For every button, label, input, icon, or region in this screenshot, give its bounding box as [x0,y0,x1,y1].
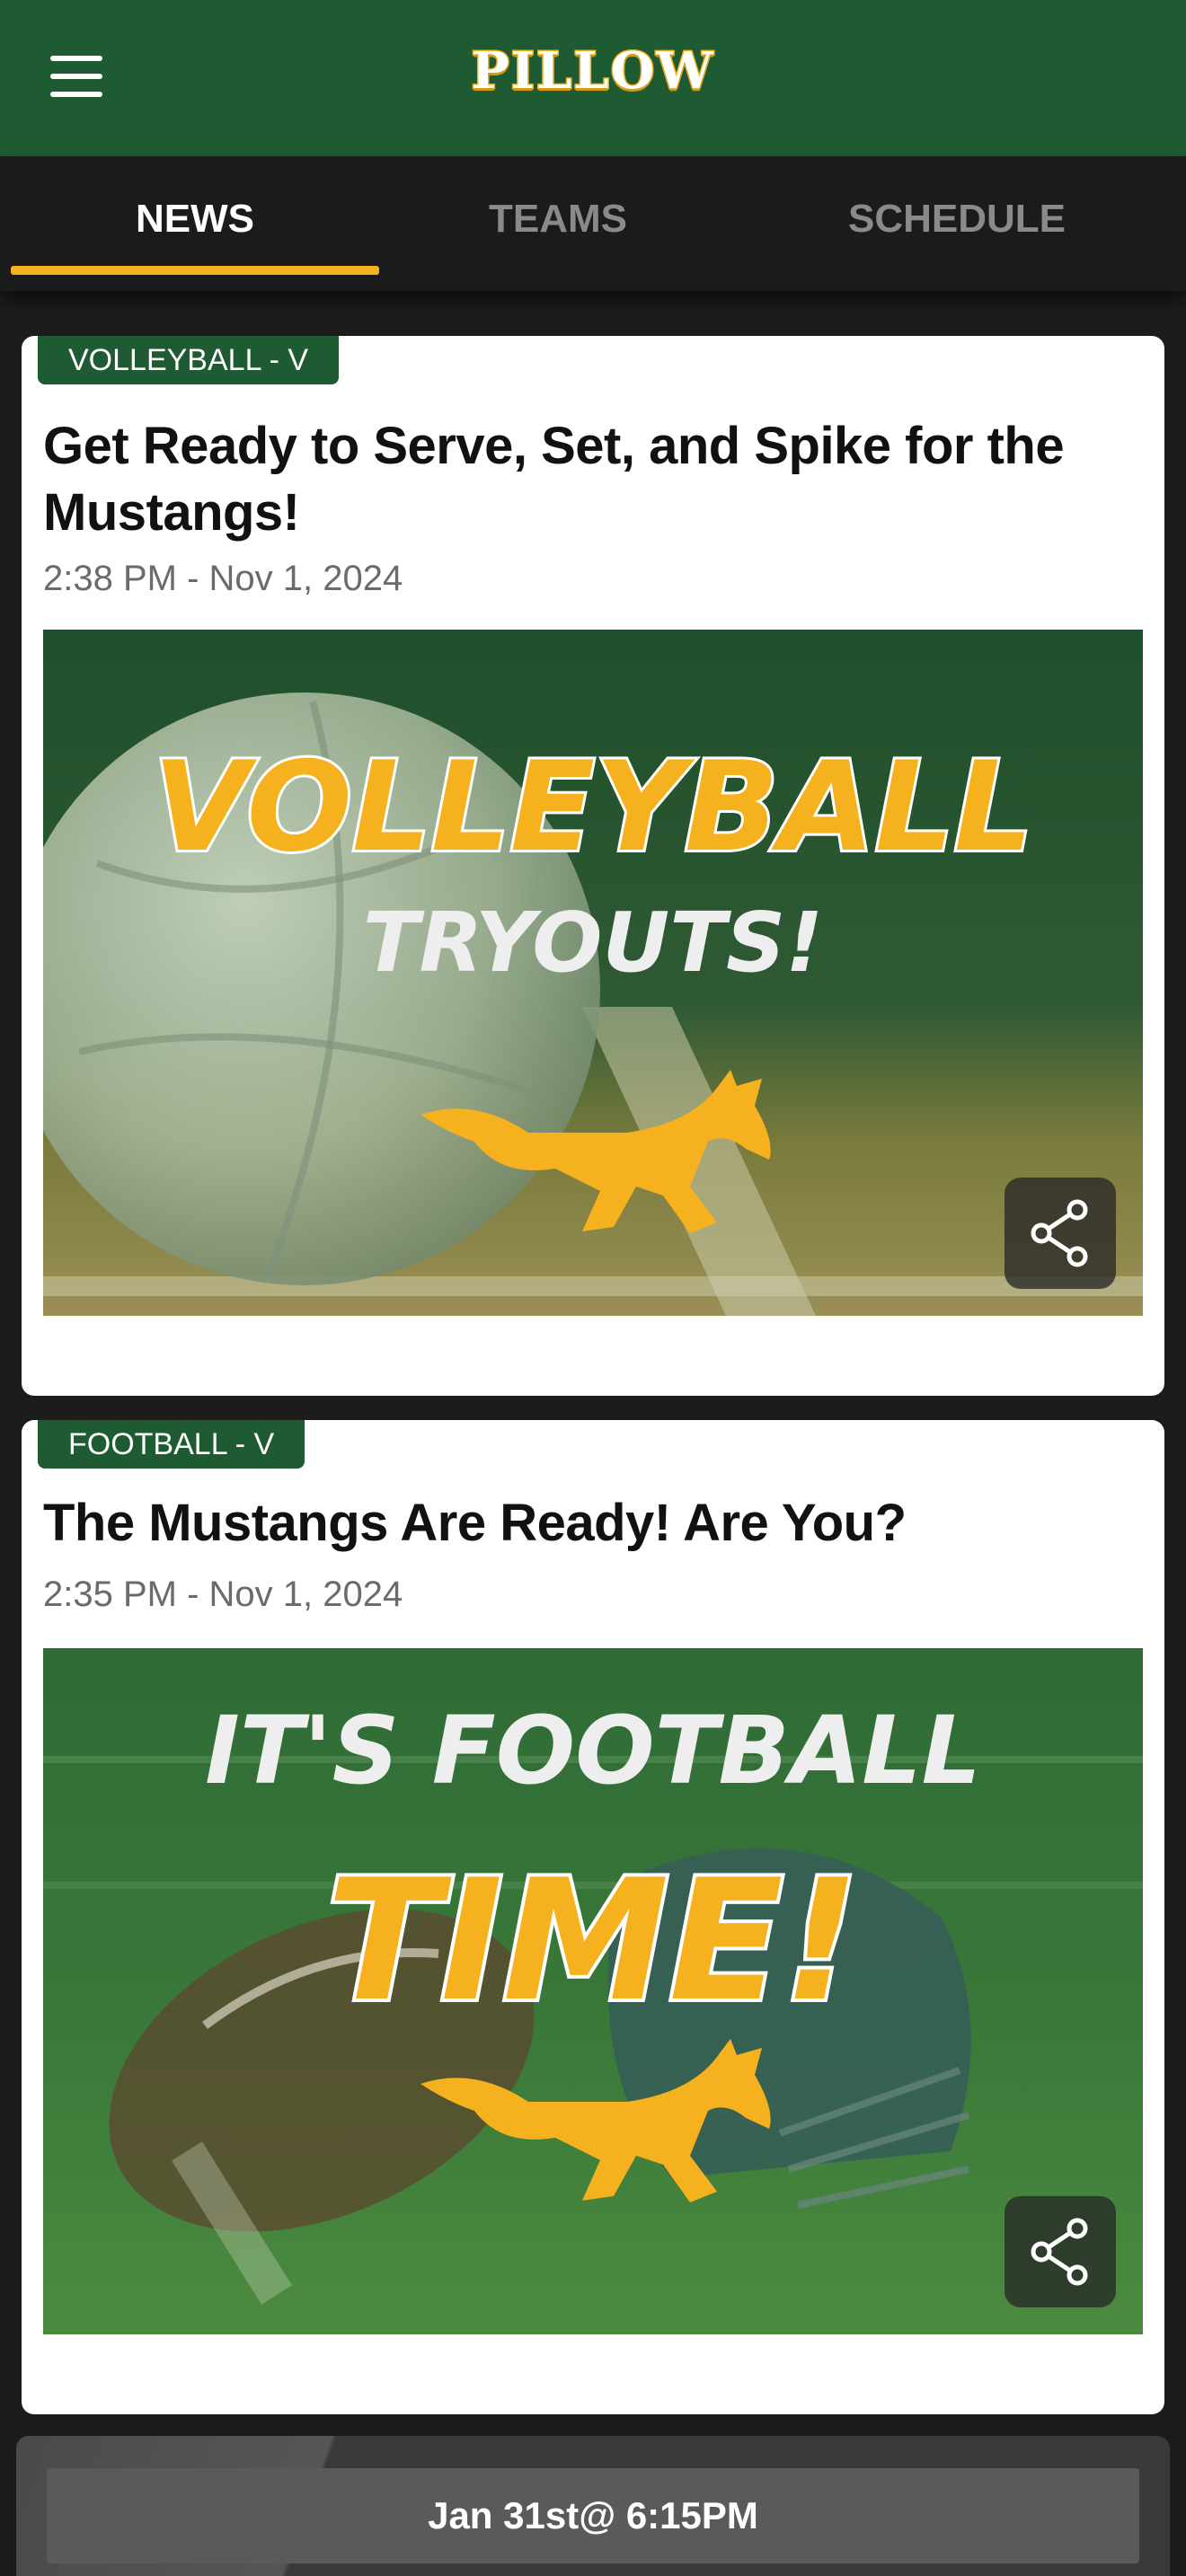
article-image[interactable]: IT'S FOOTBALL TIME! [43,1648,1143,2334]
news-card[interactable]: FOOTBALL - V The Mustangs Are Ready! Are… [22,1420,1164,2414]
sport-tag: FOOTBALL - V [38,1420,305,1469]
image-subheadline: TRYOUTS! [363,895,823,991]
article-title[interactable]: Get Ready to Serve, Set, and Spike for t… [43,413,1103,546]
news-card[interactable]: VOLLEYBALL - V Get Ready to Serve, Set, … [22,336,1164,1396]
event-card[interactable]: Jan 31st@ 6:15PM [16,2436,1170,2576]
tab-teams[interactable]: TEAMS [374,156,742,282]
tab-bar: NEWS TEAMS SCHEDULE [0,156,1186,291]
share-button[interactable] [1005,2196,1116,2307]
app-header: PILLOW [0,0,1186,156]
image-headline: IT'S FOOTBALL [205,1696,981,1805]
image-headline: VOLLEYBALL [153,735,1033,879]
share-button[interactable] [1005,1178,1116,1289]
sport-tag: VOLLEYBALL - V [38,336,340,384]
tab-news[interactable]: NEWS [11,156,379,282]
image-subheadline: TIME! [326,1843,859,2038]
article-timestamp: 2:35 PM - Nov 1, 2024 [43,1575,403,1614]
share-icon [1031,2218,1088,2286]
app-logo-title: PILLOW [470,40,715,102]
article-timestamp: 2:38 PM - Nov 1, 2024 [43,559,403,598]
share-icon [1031,1199,1088,1267]
article-title[interactable]: The Mustangs Are Ready! Are You? [43,1490,1103,1557]
event-date-label[interactable]: Jan 31st@ 6:15PM [47,2468,1139,2563]
active-tab-indicator [11,266,379,275]
tab-schedule[interactable]: SCHEDULE [773,156,1141,282]
article-image[interactable]: VOLLEYBALL TRYOUTS! [43,630,1143,1316]
